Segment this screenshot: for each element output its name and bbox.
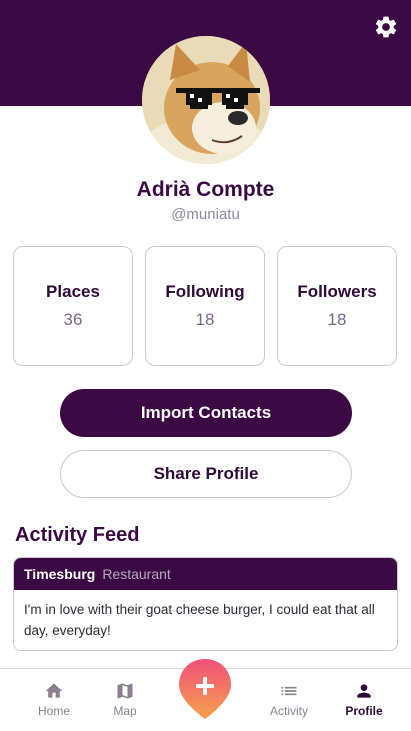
- stat-value: 36: [63, 310, 83, 329]
- stat-value: 18: [195, 310, 215, 329]
- import-contacts-button[interactable]: Import Contacts: [60, 389, 352, 437]
- add-place-button[interactable]: [178, 657, 232, 721]
- dog-avatar-image: [142, 36, 270, 164]
- profile-name: Adrià Compte: [136, 178, 275, 201]
- settings-button[interactable]: [372, 13, 400, 41]
- stat-card-places[interactable]: Places 36: [13, 246, 133, 366]
- stat-label: Following: [165, 282, 245, 301]
- feed-item-text: I'm in love with their goat cheese burge…: [24, 602, 375, 638]
- feed-item-place[interactable]: Timesburg: [24, 566, 95, 582]
- feed-item-category: Restaurant: [102, 566, 171, 582]
- nav-profile[interactable]: Profile: [329, 681, 399, 718]
- nav-activity[interactable]: Activity: [254, 681, 324, 718]
- person-icon: [357, 684, 371, 698]
- nav-map[interactable]: Map: [90, 681, 160, 718]
- add-place-pin: [179, 659, 231, 719]
- activity-feed-title: Activity Feed: [15, 524, 140, 546]
- feed-item[interactable]: Timesburg Restaurant I'm in love with th…: [13, 557, 398, 651]
- gear-icon: [375, 16, 397, 38]
- avatar[interactable]: [142, 36, 270, 164]
- feed-item-header: Timesburg Restaurant: [14, 558, 397, 590]
- nav-label: Map: [113, 704, 137, 718]
- stat-card-following[interactable]: Following 18: [145, 246, 265, 366]
- share-profile-button[interactable]: Share Profile: [60, 450, 352, 498]
- list-icon: [281, 686, 297, 696]
- nav-home[interactable]: Home: [19, 681, 89, 718]
- profile-handle: @muniatu: [171, 206, 240, 223]
- stat-card-followers[interactable]: Followers 18: [277, 246, 397, 366]
- map-icon: [117, 683, 133, 699]
- stat-label: Places: [46, 282, 100, 301]
- stat-label: Followers: [297, 282, 377, 301]
- nav-label: Profile: [345, 704, 383, 718]
- stat-value: 18: [327, 310, 347, 329]
- nav-label: Home: [37, 704, 70, 718]
- nav-label: Activity: [269, 704, 308, 718]
- home-icon: [45, 683, 63, 698]
